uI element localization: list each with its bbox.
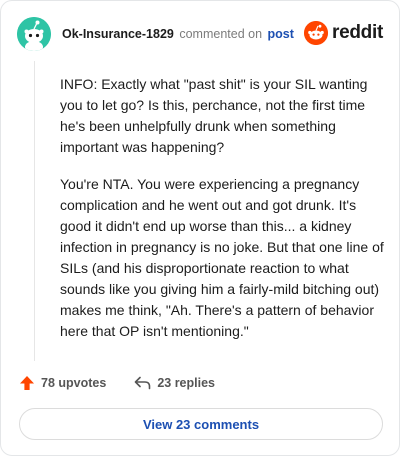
comment-card: Ok-Insurance-1829 commented on post redd… <box>0 0 400 456</box>
reply-count: 23 replies <box>157 376 215 390</box>
replies-button[interactable]: 23 replies <box>134 376 215 390</box>
view-comments-button[interactable]: View 23 comments <box>19 408 383 440</box>
byline-text: commented on <box>179 27 263 41</box>
snoo-avatar-icon[interactable] <box>17 17 51 51</box>
upvote-count: 78 upvotes <box>41 376 107 390</box>
comment-paragraph: INFO: Exactly what "past shit" is your S… <box>60 76 368 155</box>
logo-wordmark: reddit <box>332 22 383 43</box>
username-link[interactable]: Ok-Insurance-1829 <box>62 27 174 41</box>
upvote-button[interactable]: 78 upvotes <box>19 375 106 391</box>
comment-actions: 78 upvotes 23 replies <box>19 373 215 393</box>
reddit-logo-icon <box>304 21 329 45</box>
comment-header: Ok-Insurance-1829 commented on post redd… <box>17 17 383 51</box>
reddit-logo[interactable]: reddit <box>304 21 383 45</box>
comment-paragraph: You're NTA. You were experiencing a preg… <box>60 176 384 339</box>
post-link[interactable]: post <box>268 27 294 41</box>
reply-arrow-icon <box>135 376 151 390</box>
comment-body: INFO: Exactly what "past shit" is your S… <box>60 74 386 358</box>
thread-line <box>34 61 35 361</box>
comment-byline: Ok-Insurance-1829 commented on post <box>62 27 294 42</box>
upvote-arrow-icon <box>20 376 34 390</box>
